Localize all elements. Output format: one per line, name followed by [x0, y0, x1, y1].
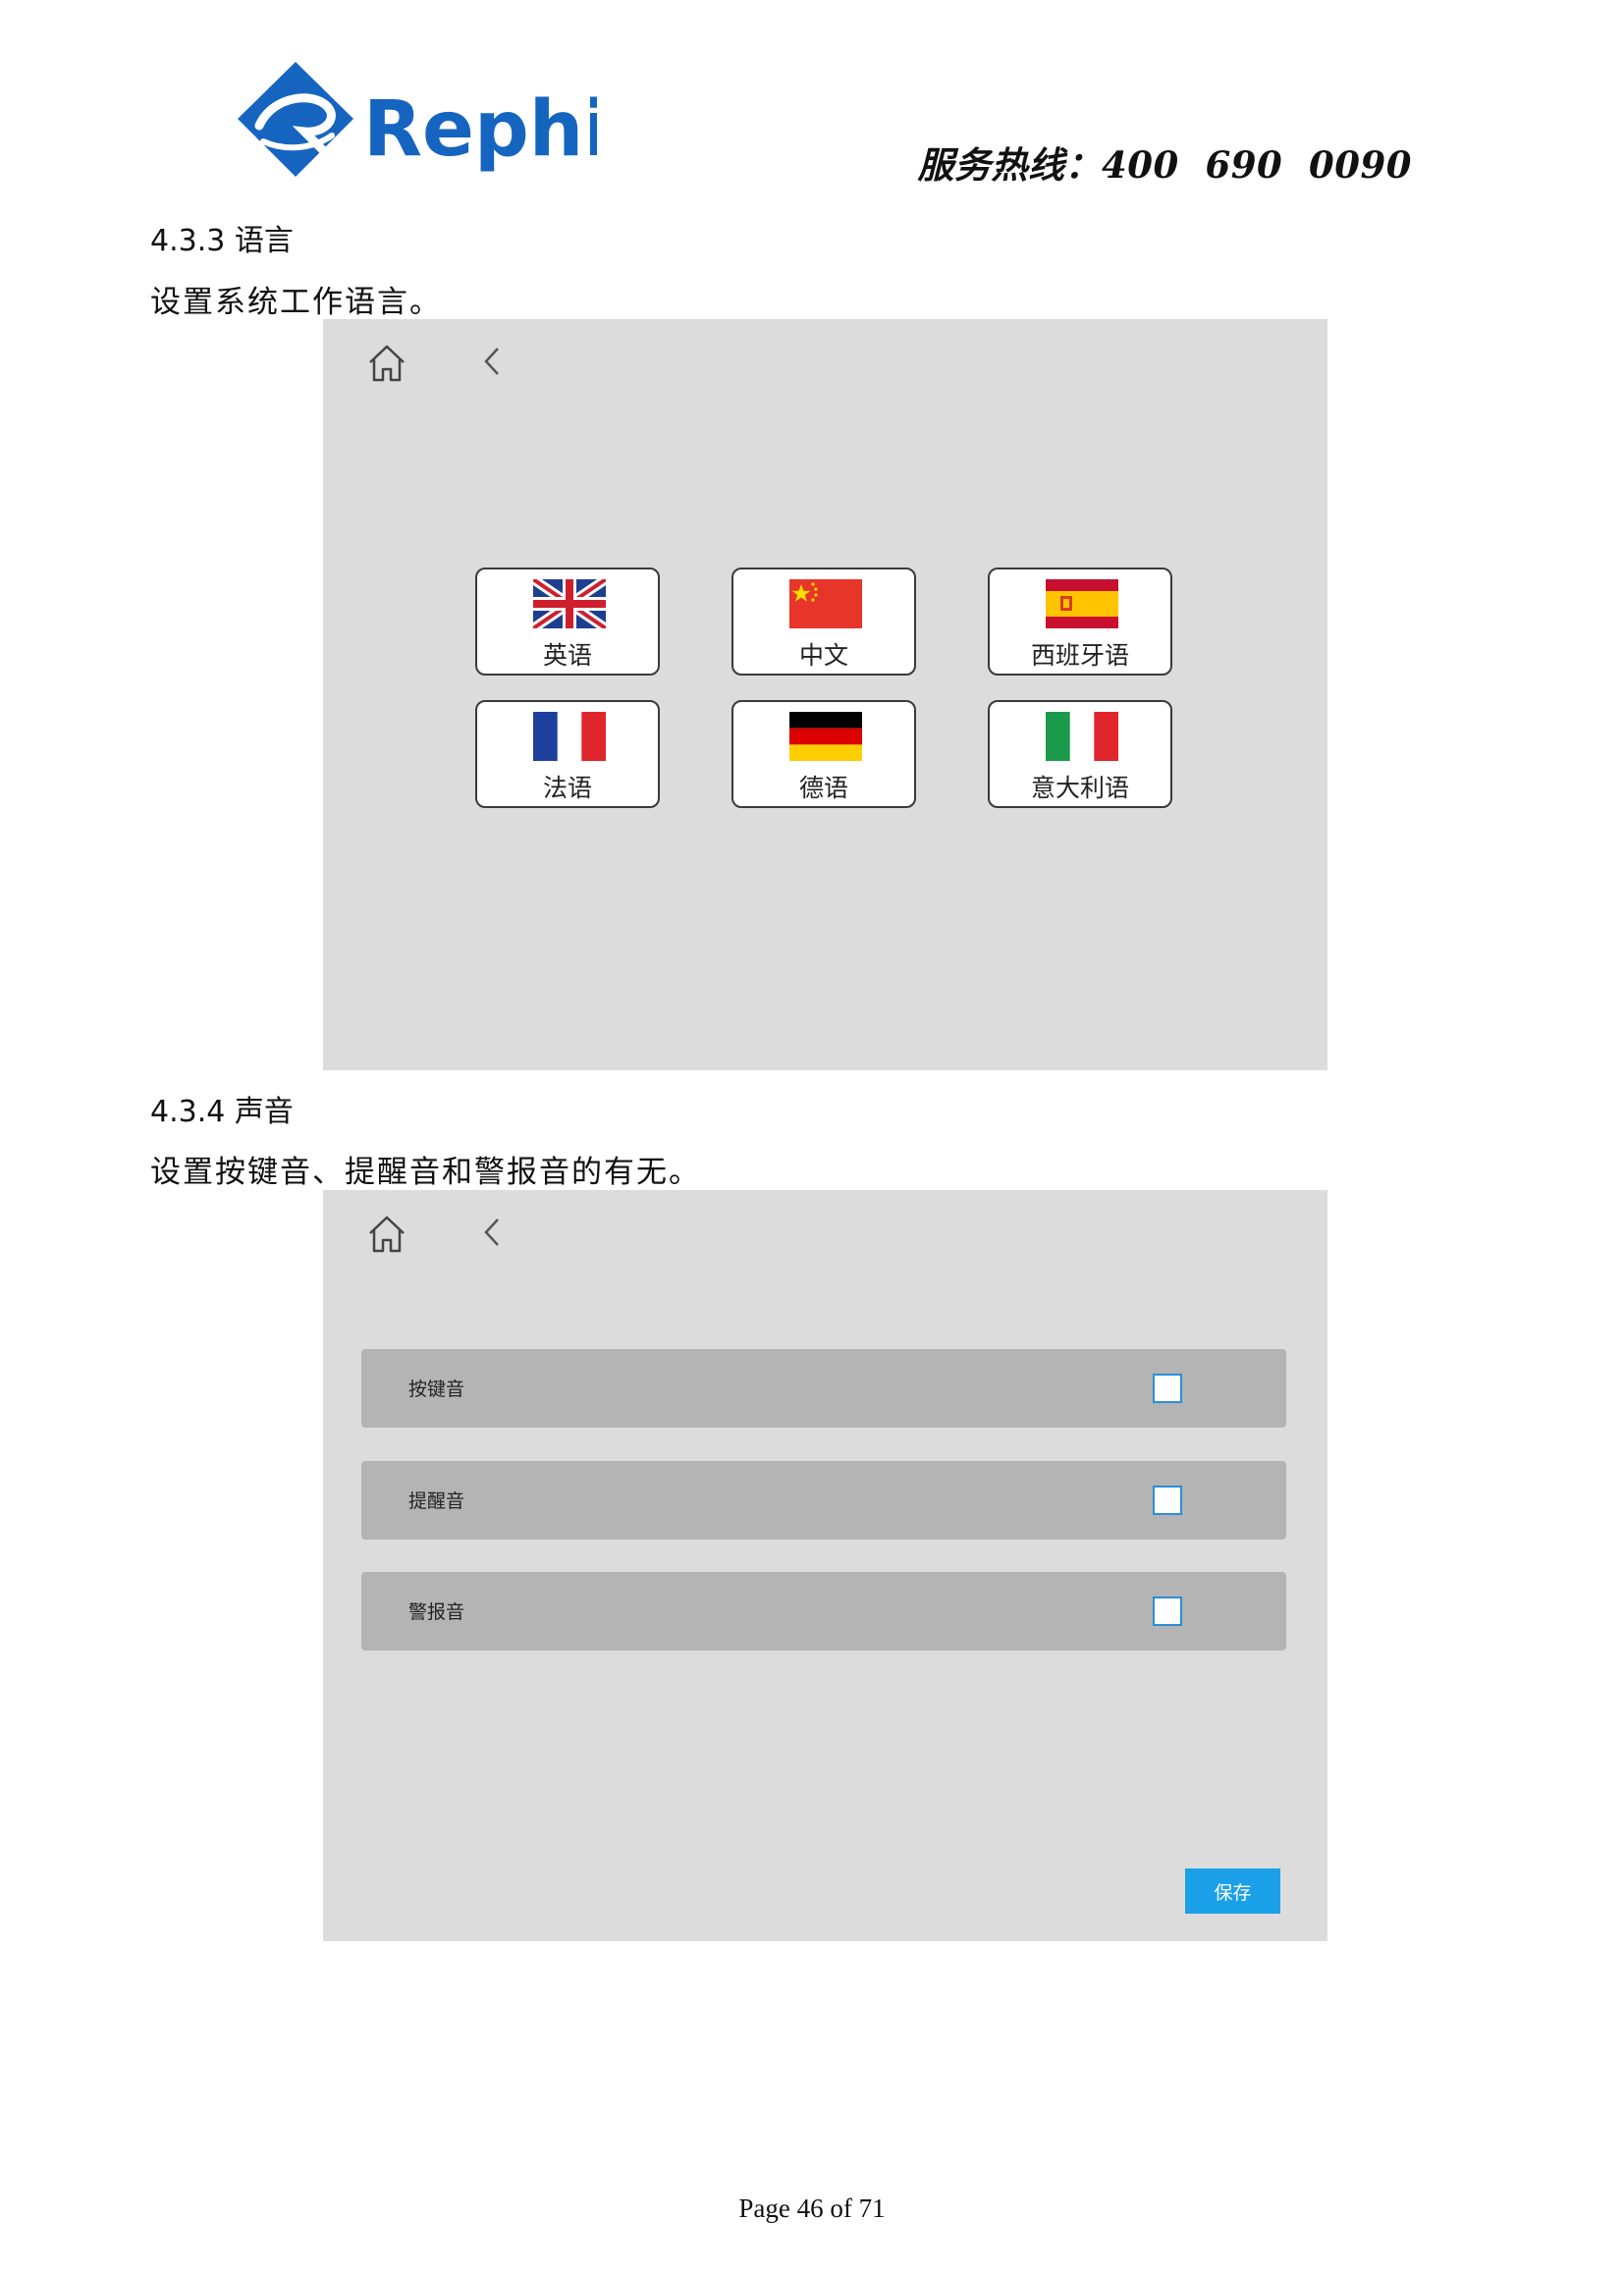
language-button-english[interactable]: 英语	[475, 568, 660, 676]
language-label: 英语	[542, 641, 592, 670]
sound-row-label: 警报音	[408, 1601, 465, 1623]
section-description-sound: 设置按键音、提醒音和警报音的有无。	[150, 1155, 701, 1190]
language-label: 法语	[542, 774, 592, 802]
service-hotline: 服务热线：400 690 0090	[917, 143, 1412, 187]
language-button-chinese[interactable]: 中文	[731, 568, 916, 676]
section-description-language: 设置系统工作语言。	[150, 285, 442, 320]
china-flag-icon	[789, 579, 862, 628]
alarm-tone-checkbox[interactable]	[1153, 1597, 1182, 1626]
language-label: 中文	[798, 641, 848, 670]
back-chevron-icon[interactable]	[480, 345, 506, 378]
rephile-logo: Rephile	[234, 57, 688, 185]
sound-row-key-tone: 按键音	[361, 1349, 1286, 1428]
section-heading-sound: 4.3.4 声音	[150, 1095, 294, 1129]
italy-flag-icon	[1046, 712, 1118, 761]
language-button-german[interactable]: 德语	[731, 700, 916, 808]
home-icon[interactable]	[364, 341, 409, 386]
france-flag-icon	[533, 712, 606, 761]
language-button-french[interactable]: 法语	[475, 700, 660, 808]
uk-flag-icon	[533, 579, 606, 628]
key-tone-checkbox[interactable]	[1153, 1374, 1182, 1403]
home-icon[interactable]	[364, 1212, 409, 1257]
sound-row-reminder-tone: 提醒音	[361, 1461, 1286, 1540]
language-button-spanish[interactable]: 西班牙语	[988, 568, 1172, 676]
spain-flag-icon	[1046, 579, 1118, 628]
sound-row-label: 按键音	[408, 1379, 465, 1400]
svg-text:Rephile: Rephile	[363, 85, 597, 174]
back-chevron-icon[interactable]	[480, 1216, 506, 1249]
page-number: Page 46 of 71	[738, 2193, 886, 2223]
sound-row-label: 提醒音	[408, 1490, 465, 1512]
germany-flag-icon	[789, 712, 862, 761]
language-label: 德语	[798, 774, 848, 802]
language-label: 意大利语	[1030, 774, 1129, 802]
language-label: 西班牙语	[1030, 641, 1129, 670]
reminder-tone-checkbox[interactable]	[1153, 1486, 1182, 1515]
sound-screen: 按键音 提醒音 警报音 保存	[323, 1190, 1327, 1941]
language-button-italian[interactable]: 意大利语	[988, 700, 1172, 808]
rephile-logo-mark: Rephile	[238, 62, 688, 177]
language-screen: 英语 中文 西班牙语 法语 德语 意大利语	[323, 319, 1327, 1070]
sound-row-alarm-tone: 警报音	[361, 1572, 1286, 1651]
section-heading-language: 4.3.3 语言	[150, 224, 294, 258]
save-button[interactable]: 保存	[1185, 1868, 1280, 1914]
